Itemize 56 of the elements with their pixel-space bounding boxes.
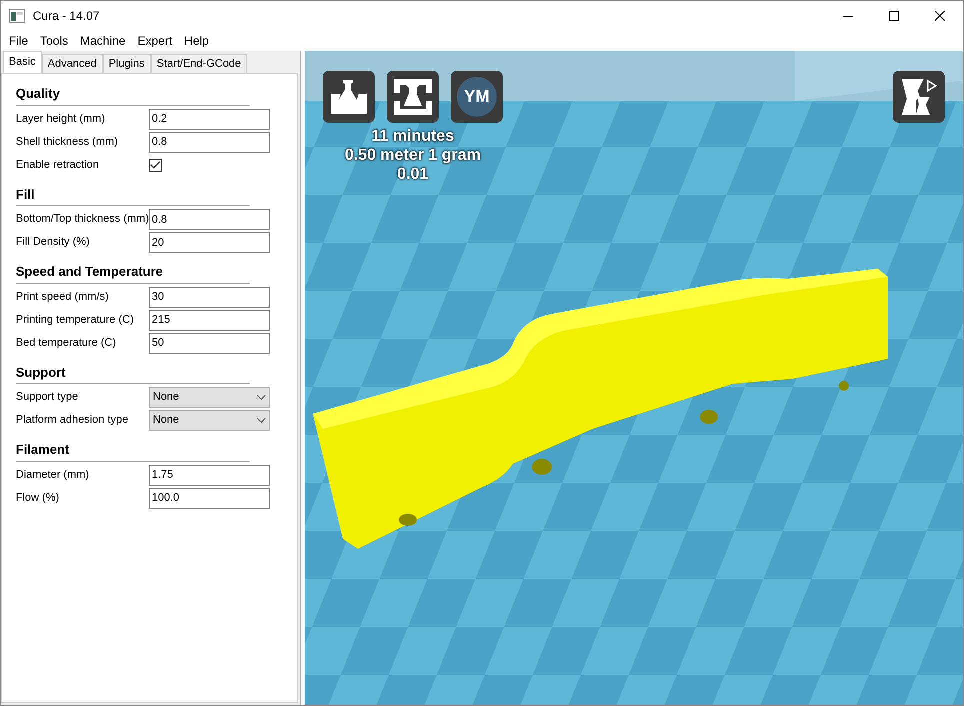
section-heading: Fill [16,184,250,206]
field-label: Shell thickness (mm) [16,134,120,150]
section-heading: Speed and Temperature [16,262,250,284]
tab[interactable]: Plugins [102,54,151,73]
dropdown[interactable]: None [149,410,270,431]
section-heading: Filament [16,440,250,462]
tab[interactable]: Advanced [42,54,103,73]
tab[interactable]: Start/End-GCode [150,54,248,73]
field-label: Bottom/Top thickness (mm) [16,212,149,228]
tab[interactable]: Basic [3,51,42,73]
window-title: Cura - 14.07 [33,8,100,25]
field-label: Printing temperature (C) [16,312,135,328]
print-estimate: 0.01 [397,165,429,184]
input-field[interactable]: 30 [149,286,270,308]
field-label: Enable retraction [16,158,100,173]
field-label: Fill Density (%) [16,235,91,250]
flask-frame-icon [392,77,434,117]
chevron-down-icon [257,418,266,423]
folder-flask-icon [329,78,369,116]
field-label: Print speed (mm/s) [16,290,110,305]
field-label: Layer height (mm) [16,112,106,127]
field-label: Flow (%) [16,490,60,506]
view-mode-button[interactable] [893,71,945,123]
layered-flask-icon [900,77,938,117]
check-icon [150,160,161,170]
field-label: Support type [16,390,80,406]
menu-item[interactable]: File [3,32,34,50]
account-button[interactable]: YM [451,71,503,123]
initials-avatar: YM [457,77,497,117]
menu-item[interactable]: Tools [34,32,74,50]
maximize-icon [889,11,899,21]
menu-item[interactable]: Machine [74,32,132,50]
input-field[interactable]: 100.0 [149,488,270,508]
print-estimate: 11 minutes [372,127,454,146]
input-field[interactable]: 0.8 [149,209,270,230]
section-heading: Quality [16,84,250,106]
input-field[interactable]: 0.2 [149,108,270,130]
load-button[interactable] [323,71,375,123]
app-icon [9,9,25,23]
chevron-down-icon [257,395,266,400]
field-label: Platform adhesion type [16,413,130,428]
menu-item[interactable]: Help [178,32,216,50]
close-icon [935,11,945,21]
save-button[interactable] [387,71,439,123]
input-field[interactable]: 20 [149,232,270,253]
section-heading: Support [16,362,250,384]
checkbox[interactable] [149,158,162,172]
print-estimate: 0.50 meter 1 gram [344,146,482,165]
input-field[interactable]: 1.75 [149,464,270,486]
field-label: Diameter (mm) [16,468,90,483]
field-label: Bed temperature (C) [16,336,118,351]
dropdown[interactable]: None [149,387,270,408]
input-field[interactable]: 50 [149,332,270,354]
input-field[interactable]: 215 [149,310,270,330]
input-field[interactable]: 0.8 [149,132,270,152]
menu-item[interactable]: Expert [132,32,178,50]
